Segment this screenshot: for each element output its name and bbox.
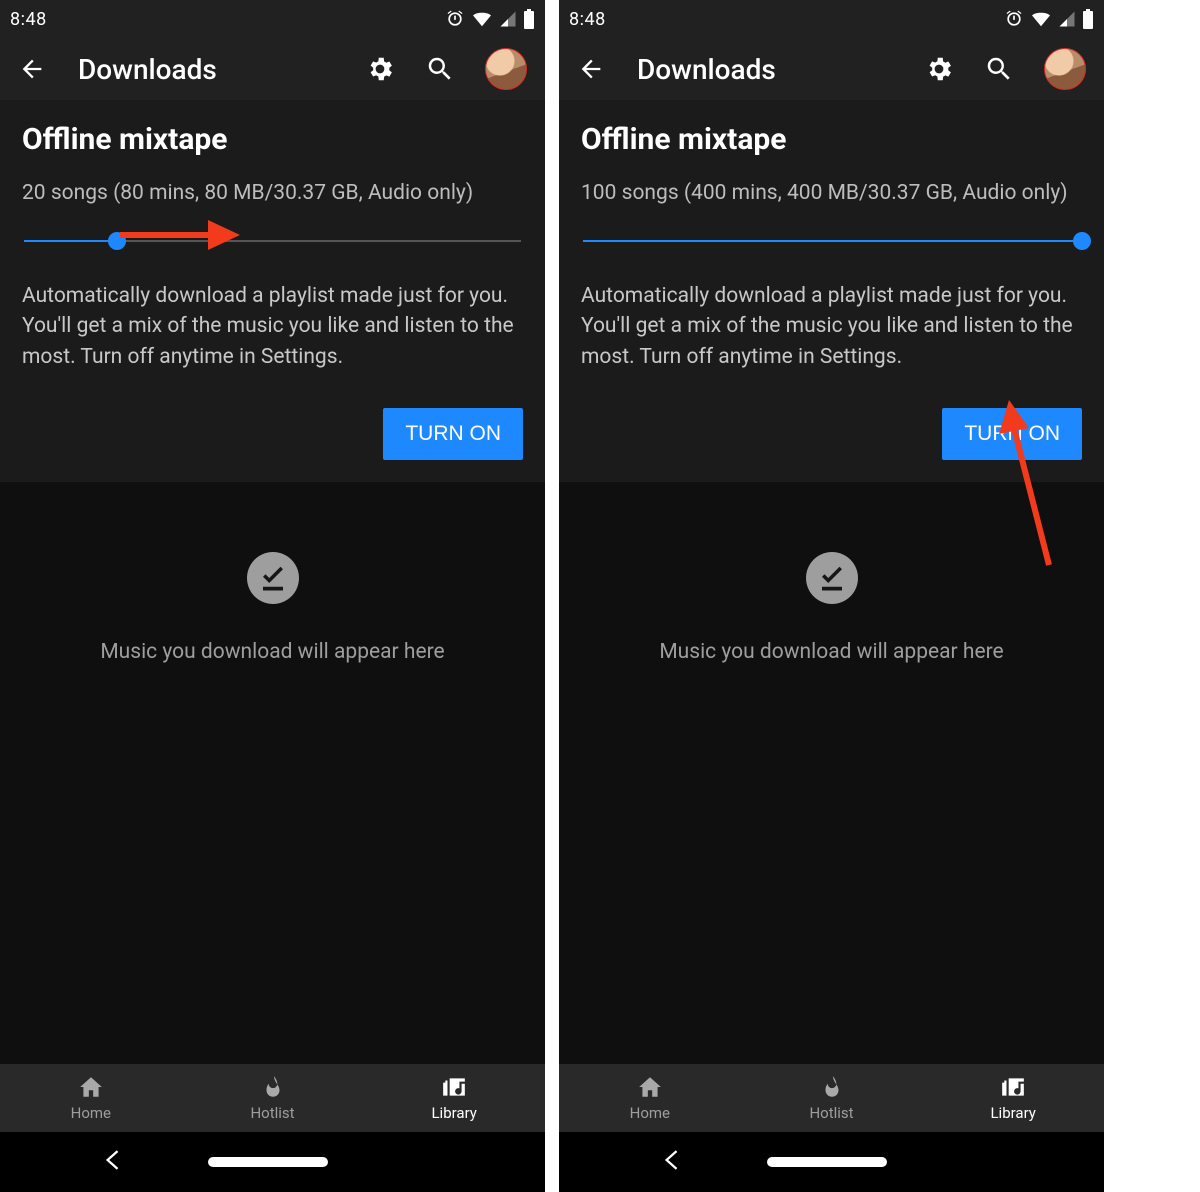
app-bar: Downloads: [559, 38, 1104, 100]
android-nav-bar: [0, 1132, 545, 1192]
tab-hotlist[interactable]: Hotlist: [182, 1064, 364, 1132]
avatar[interactable]: [1044, 48, 1086, 90]
android-nav-bar: [559, 1132, 1104, 1192]
signal-icon: [1058, 10, 1076, 28]
wifi-icon: [1030, 10, 1052, 28]
download-complete-icon: [247, 552, 299, 604]
tab-label: Home: [630, 1104, 670, 1122]
search-icon: [984, 54, 1014, 84]
tab-label: Library: [431, 1104, 476, 1122]
alarm-icon: [445, 9, 465, 29]
bottom-tabs: Home Hotlist Library: [559, 1064, 1104, 1132]
home-icon: [637, 1074, 663, 1100]
tab-library[interactable]: Library: [363, 1064, 545, 1132]
nav-back-icon[interactable]: [104, 1148, 120, 1176]
songs-slider[interactable]: [22, 225, 523, 257]
tab-library[interactable]: Library: [922, 1064, 1104, 1132]
alarm-icon: [1004, 9, 1024, 29]
tab-hotlist[interactable]: Hotlist: [741, 1064, 923, 1132]
page-title: Downloads: [637, 53, 892, 86]
back-button[interactable]: [577, 55, 605, 83]
tab-label: Library: [990, 1104, 1035, 1122]
arrow-back-icon: [18, 55, 46, 83]
tab-label: Hotlist: [250, 1104, 294, 1122]
nav-home-pill[interactable]: [208, 1157, 328, 1167]
search-button[interactable]: [425, 54, 455, 84]
tab-home[interactable]: Home: [0, 1064, 182, 1132]
signal-icon: [499, 10, 517, 28]
section-title: Offline mixtape: [22, 122, 523, 157]
summary-text: 100 songs (400 mins, 400 MB/30.37 GB, Au…: [581, 181, 1082, 205]
turn-on-button[interactable]: TURN ON: [383, 408, 523, 460]
tab-home[interactable]: Home: [559, 1064, 741, 1132]
status-icons: [445, 9, 535, 29]
library-icon: [441, 1074, 467, 1100]
arrow-back-icon: [577, 55, 605, 83]
offline-mixtape-section: Offline mixtape 100 songs (400 mins, 400…: [559, 100, 1104, 482]
status-bar: 8:48: [559, 0, 1104, 38]
battery-icon: [523, 9, 535, 29]
slider-fill: [583, 240, 1084, 242]
description-text: Automatically download a playlist made j…: [22, 281, 523, 372]
slider-fill: [24, 240, 119, 242]
app-bar: Downloads: [0, 38, 545, 100]
gear-icon: [924, 54, 954, 84]
search-button[interactable]: [984, 54, 1014, 84]
empty-message: Music you download will appear here: [659, 640, 1003, 664]
phone-right: 8:48 Downloads Offline mixtape 100 songs…: [559, 0, 1104, 1192]
slider-thumb[interactable]: [1073, 232, 1091, 250]
songs-slider[interactable]: [581, 225, 1082, 257]
wifi-icon: [471, 10, 493, 28]
search-icon: [425, 54, 455, 84]
flame-icon: [819, 1074, 845, 1100]
turn-on-button[interactable]: TURN ON: [942, 408, 1082, 460]
settings-button[interactable]: [924, 54, 954, 84]
status-time: 8:48: [10, 9, 47, 30]
back-button[interactable]: [18, 55, 46, 83]
offline-mixtape-section: Offline mixtape 20 songs (80 mins, 80 MB…: [0, 100, 545, 482]
empty-message: Music you download will appear here: [100, 640, 444, 664]
description-text: Automatically download a playlist made j…: [581, 281, 1082, 372]
summary-text: 20 songs (80 mins, 80 MB/30.37 GB, Audio…: [22, 181, 523, 205]
slider-thumb[interactable]: [108, 232, 126, 250]
status-bar: 8:48: [0, 0, 545, 38]
home-icon: [78, 1074, 104, 1100]
library-icon: [1000, 1074, 1026, 1100]
battery-icon: [1082, 9, 1094, 29]
page-title: Downloads: [78, 53, 333, 86]
empty-downloads-area: Music you download will appear here: [0, 482, 545, 1064]
tab-label: Hotlist: [809, 1104, 853, 1122]
bottom-tabs: Home Hotlist Library: [0, 1064, 545, 1132]
download-complete-icon: [806, 552, 858, 604]
status-time: 8:48: [569, 9, 606, 30]
nav-back-icon[interactable]: [663, 1148, 679, 1176]
section-title: Offline mixtape: [581, 122, 1082, 157]
flame-icon: [260, 1074, 286, 1100]
tab-label: Home: [71, 1104, 111, 1122]
phone-left: 8:48 Downloads Offline mixtape 20 songs …: [0, 0, 545, 1192]
nav-home-pill[interactable]: [767, 1157, 887, 1167]
empty-downloads-area: Music you download will appear here: [559, 482, 1104, 1064]
status-icons: [1004, 9, 1094, 29]
settings-button[interactable]: [365, 54, 395, 84]
gear-icon: [365, 54, 395, 84]
avatar[interactable]: [485, 48, 527, 90]
